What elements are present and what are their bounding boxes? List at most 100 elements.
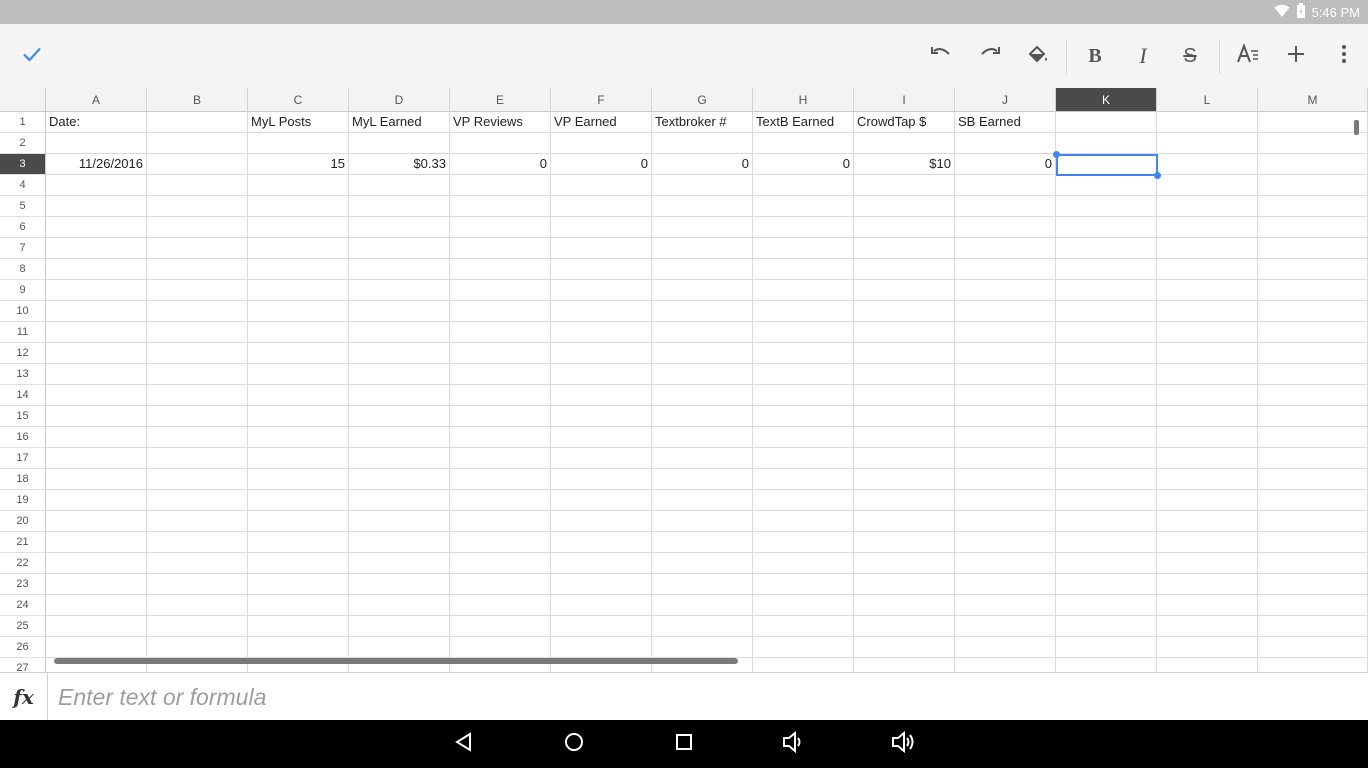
recents-button[interactable] xyxy=(660,726,708,762)
cell-g11[interactable] xyxy=(652,322,753,343)
cell-e19[interactable] xyxy=(450,490,551,511)
cell-a11[interactable] xyxy=(46,322,147,343)
cell-b18[interactable] xyxy=(147,469,248,490)
cell-m8[interactable] xyxy=(1258,259,1368,280)
cell-h18[interactable] xyxy=(753,469,854,490)
cell-j8[interactable] xyxy=(955,259,1056,280)
cell-i10[interactable] xyxy=(854,301,955,322)
cell-j19[interactable] xyxy=(955,490,1056,511)
cell-a2[interactable] xyxy=(46,133,147,154)
cell-k9[interactable] xyxy=(1056,280,1157,301)
cell-c14[interactable] xyxy=(248,385,349,406)
cell-g2[interactable] xyxy=(652,133,753,154)
cell-j4[interactable] xyxy=(955,175,1056,196)
cell-c1[interactable]: MyL Posts xyxy=(248,112,349,133)
cell-a7[interactable] xyxy=(46,238,147,259)
cell-g9[interactable] xyxy=(652,280,753,301)
cell-i17[interactable] xyxy=(854,448,955,469)
cell-e20[interactable] xyxy=(450,511,551,532)
cell-j9[interactable] xyxy=(955,280,1056,301)
cell-g4[interactable] xyxy=(652,175,753,196)
cell-j11[interactable] xyxy=(955,322,1056,343)
cell-m11[interactable] xyxy=(1258,322,1368,343)
cell-f7[interactable] xyxy=(551,238,652,259)
cell-m15[interactable] xyxy=(1258,406,1368,427)
cell-i22[interactable] xyxy=(854,553,955,574)
row-header-8[interactable]: 8 xyxy=(0,259,46,280)
cell-c18[interactable] xyxy=(248,469,349,490)
cell-e5[interactable] xyxy=(450,196,551,217)
cell-h12[interactable] xyxy=(753,343,854,364)
cell-f14[interactable] xyxy=(551,385,652,406)
cell-l15[interactable] xyxy=(1157,406,1258,427)
cell-f17[interactable] xyxy=(551,448,652,469)
cell-l11[interactable] xyxy=(1157,322,1258,343)
cell-d15[interactable] xyxy=(349,406,450,427)
cell-k12[interactable] xyxy=(1056,343,1157,364)
cell-h2[interactable] xyxy=(753,133,854,154)
formula-input[interactable] xyxy=(58,681,1348,713)
cell-i4[interactable] xyxy=(854,175,955,196)
cell-f4[interactable] xyxy=(551,175,652,196)
bold-button[interactable]: B xyxy=(1071,32,1119,80)
cell-h11[interactable] xyxy=(753,322,854,343)
row-header-4[interactable]: 4 xyxy=(0,175,46,196)
cell-m18[interactable] xyxy=(1258,469,1368,490)
cell-j15[interactable] xyxy=(955,406,1056,427)
cell-e13[interactable] xyxy=(450,364,551,385)
cell-m1[interactable] xyxy=(1258,112,1368,133)
cell-f25[interactable] xyxy=(551,616,652,637)
cell-k27[interactable] xyxy=(1056,658,1157,672)
cell-g26[interactable] xyxy=(652,637,753,658)
cell-l19[interactable] xyxy=(1157,490,1258,511)
selection-handle-bottom-right[interactable] xyxy=(1154,172,1161,179)
cell-f22[interactable] xyxy=(551,553,652,574)
cell-d8[interactable] xyxy=(349,259,450,280)
cell-g14[interactable] xyxy=(652,385,753,406)
cell-j21[interactable] xyxy=(955,532,1056,553)
selected-cell-k3[interactable] xyxy=(1053,151,1161,179)
cell-i11[interactable] xyxy=(854,322,955,343)
cell-e4[interactable] xyxy=(450,175,551,196)
cell-l2[interactable] xyxy=(1157,133,1258,154)
cell-c9[interactable] xyxy=(248,280,349,301)
cell-d25[interactable] xyxy=(349,616,450,637)
cell-l24[interactable] xyxy=(1157,595,1258,616)
cell-j18[interactable] xyxy=(955,469,1056,490)
cell-m16[interactable] xyxy=(1258,427,1368,448)
row-header-24[interactable]: 24 xyxy=(0,595,46,616)
cell-d1[interactable]: MyL Earned xyxy=(349,112,450,133)
cell-c13[interactable] xyxy=(248,364,349,385)
cell-m3[interactable] xyxy=(1258,154,1368,175)
cell-d11[interactable] xyxy=(349,322,450,343)
cell-m10[interactable] xyxy=(1258,301,1368,322)
cell-k17[interactable] xyxy=(1056,448,1157,469)
cell-e24[interactable] xyxy=(450,595,551,616)
cell-m12[interactable] xyxy=(1258,343,1368,364)
row-header-2[interactable]: 2 xyxy=(0,133,46,154)
cell-d24[interactable] xyxy=(349,595,450,616)
cell-d22[interactable] xyxy=(349,553,450,574)
cell-h9[interactable] xyxy=(753,280,854,301)
cell-d18[interactable] xyxy=(349,469,450,490)
cell-l22[interactable] xyxy=(1157,553,1258,574)
cell-g13[interactable] xyxy=(652,364,753,385)
cell-a20[interactable] xyxy=(46,511,147,532)
cell-l27[interactable] xyxy=(1157,658,1258,672)
cell-j22[interactable] xyxy=(955,553,1056,574)
cell-i20[interactable] xyxy=(854,511,955,532)
cell-k15[interactable] xyxy=(1056,406,1157,427)
cell-a16[interactable] xyxy=(46,427,147,448)
cell-b12[interactable] xyxy=(147,343,248,364)
cell-g17[interactable] xyxy=(652,448,753,469)
cell-b16[interactable] xyxy=(147,427,248,448)
row-header-12[interactable]: 12 xyxy=(0,343,46,364)
cell-d26[interactable] xyxy=(349,637,450,658)
cell-m24[interactable] xyxy=(1258,595,1368,616)
cell-g6[interactable] xyxy=(652,217,753,238)
cell-h25[interactable] xyxy=(753,616,854,637)
cell-b23[interactable] xyxy=(147,574,248,595)
cell-h5[interactable] xyxy=(753,196,854,217)
cell-e7[interactable] xyxy=(450,238,551,259)
cell-a19[interactable] xyxy=(46,490,147,511)
